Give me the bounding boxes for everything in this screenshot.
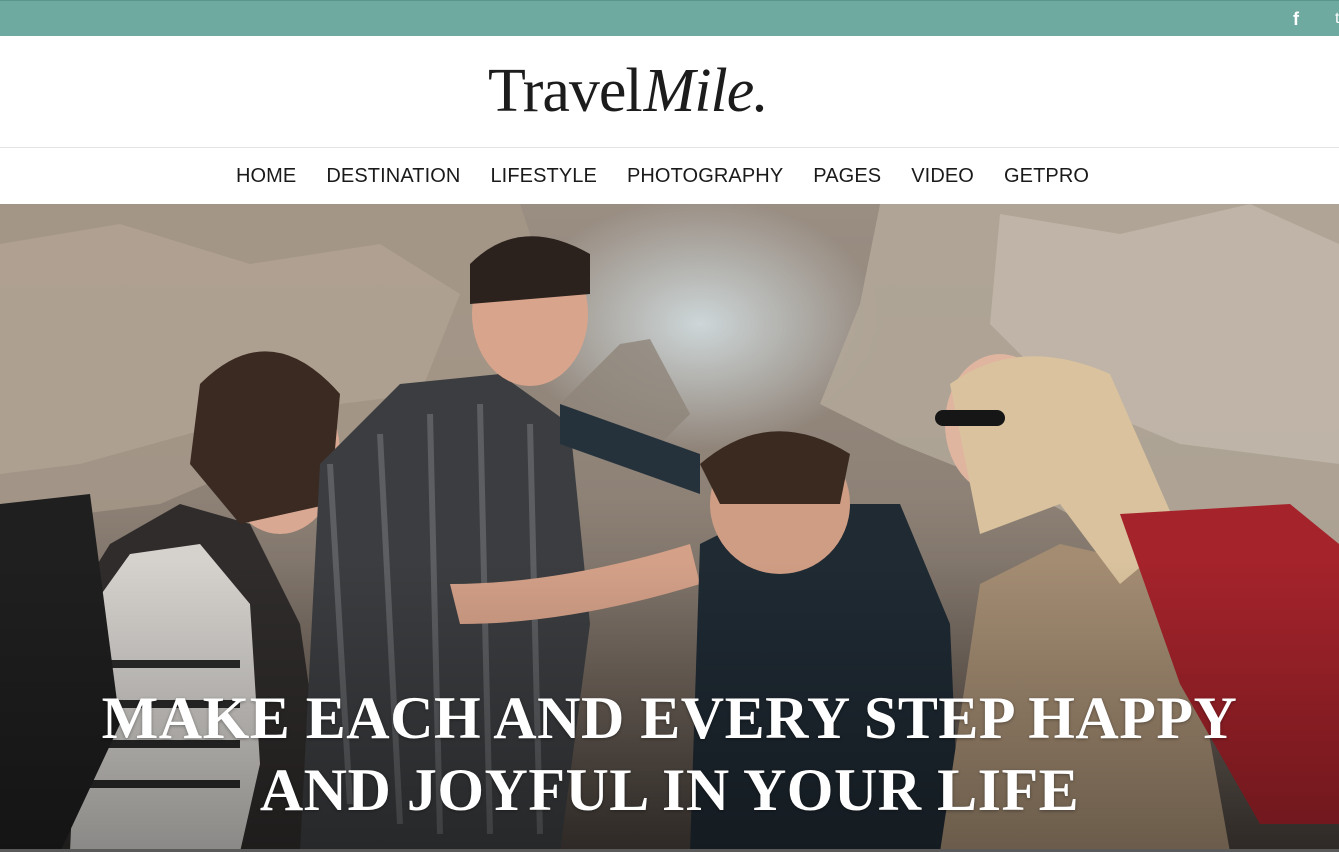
facebook-icon[interactable]: f xyxy=(1289,10,1303,28)
nav-item-video[interactable]: VIDEO xyxy=(911,165,974,188)
hero-banner: MAKE EACH AND EVERY STEP HAPPY AND JOYFU… xyxy=(0,204,1339,852)
nav-item-destination[interactable]: DESTINATION xyxy=(326,165,460,188)
hero-title-line-1: MAKE EACH AND EVERY STEP HAPPY xyxy=(101,685,1238,751)
site-logo[interactable]: TravelMile. xyxy=(488,56,769,126)
logo-text-travel: Travel xyxy=(488,57,643,125)
hero-title: MAKE EACH AND EVERY STEP HAPPY AND JOYFU… xyxy=(0,682,1339,826)
logo-text-mile: Mile. xyxy=(643,57,769,125)
nav-item-photography[interactable]: PHOTOGRAPHY xyxy=(627,165,783,188)
nav-item-lifestyle[interactable]: LIFESTYLE xyxy=(490,165,597,188)
top-bar: f t xyxy=(0,0,1339,36)
nav-item-getpro[interactable]: GETPRO xyxy=(1004,165,1089,188)
nav-item-home[interactable]: HOME xyxy=(236,165,296,188)
hero-title-line-2: AND JOYFUL IN YOUR LIFE xyxy=(259,757,1080,823)
main-navigation: HOME DESTINATION LIFESTYLE PHOTOGRAPHY P… xyxy=(0,149,1339,204)
site-header: TravelMile. xyxy=(0,36,1339,148)
twitter-icon[interactable]: t xyxy=(1335,10,1339,28)
nav-item-pages[interactable]: PAGES xyxy=(813,165,881,188)
